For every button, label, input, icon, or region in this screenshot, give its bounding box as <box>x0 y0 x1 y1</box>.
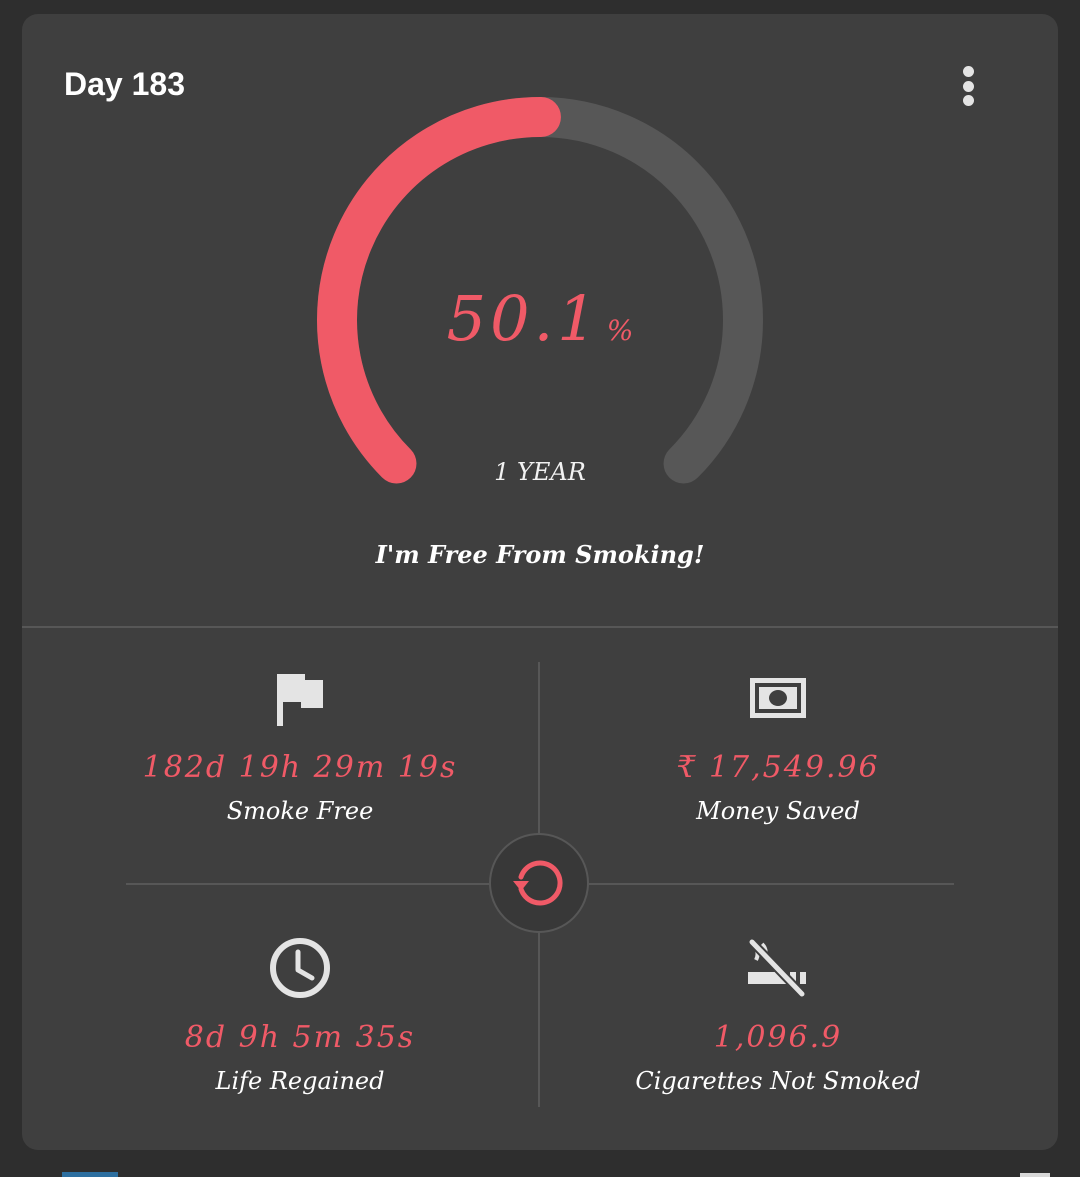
flag-icon <box>100 668 500 728</box>
progress-card: Day 183 50.1% 1 YEAR I'm Free From Smoki… <box>22 14 1058 1150</box>
clock-icon <box>100 938 500 998</box>
bottom-edge-indicator <box>1020 1173 1050 1177</box>
progress-gauge <box>317 97 763 484</box>
progress-percent: 50.1% <box>22 282 1058 355</box>
stat-smoke-free: 182d 19h 29m 19s Smoke Free <box>100 668 500 825</box>
money-saved-label: Money Saved <box>696 797 860 825</box>
smoke-free-value: 182d 19h 29m 19s <box>142 750 458 785</box>
cigarettes-not-smoked-label: Cigarettes Not Smoked <box>635 1067 921 1095</box>
life-regained-label: Life Regained <box>215 1067 385 1095</box>
stat-life-regained: 8d 9h 5m 35s Life Regained <box>100 938 500 1095</box>
stat-cigarettes-not-smoked: 1,096.9 Cigarettes Not Smoked <box>578 938 978 1095</box>
goal-label: 1 YEAR <box>494 458 586 486</box>
section-divider <box>22 626 1058 628</box>
progress-percent-unit: % <box>606 314 634 347</box>
no-smoking-icon <box>578 938 978 998</box>
smoke-free-label: Smoke Free <box>226 797 374 825</box>
bottom-tab-indicator <box>62 1172 118 1177</box>
progress-percent-value: 50.1 <box>446 282 601 355</box>
reset-icon <box>513 860 563 906</box>
money-icon <box>578 668 978 728</box>
life-regained-value: 8d 9h 5m 35s <box>184 1020 416 1055</box>
tagline: I'm Free From Smoking! <box>375 540 705 569</box>
reset-button[interactable] <box>489 833 589 933</box>
cigarettes-not-smoked-value: 1,096.9 <box>713 1020 843 1055</box>
money-saved-value: ₹ 17,549.96 <box>676 750 880 785</box>
stat-money-saved: ₹ 17,549.96 Money Saved <box>578 668 978 825</box>
